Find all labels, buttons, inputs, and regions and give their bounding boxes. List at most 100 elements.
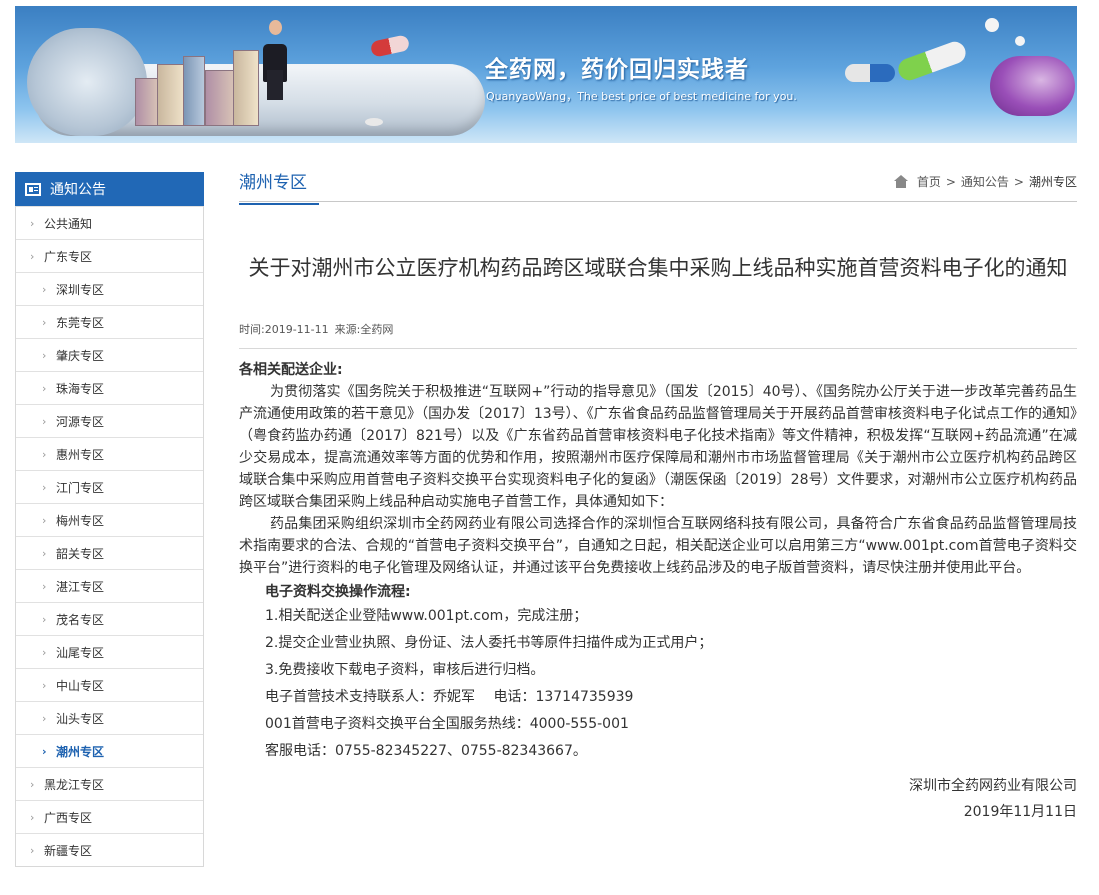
sidebar-item[interactable]: › 珠海专区 [16, 371, 203, 404]
sidebar-item[interactable]: › 黑龙江专区 [16, 767, 203, 800]
home-icon [893, 175, 909, 188]
banner-slogan-en: QuanyaoWang，The best price of best medic… [486, 90, 797, 103]
hotline-line: 001首营电子资料交换平台全国服务热线：4000-555-001 [265, 716, 629, 732]
chevron-right-icon: › [42, 447, 47, 461]
sidebar-item[interactable]: › 梅州专区 [16, 503, 203, 536]
article-body: 各相关配送企业: 为贯彻落实《国务院关于积极推进“互联网+”行动的指导意见》（国… [239, 359, 1077, 825]
sidebar-item-label: 茂名专区 [56, 612, 105, 627]
tablet-graphic [1015, 36, 1025, 46]
step-item: 3.免费接收下载电子资料，审核后进行归档。 [265, 662, 545, 678]
tablet-graphic [365, 118, 383, 126]
sidebar-item[interactable]: › 江门专区 [16, 470, 203, 503]
sidebar-header-label: 通知公告 [50, 182, 106, 198]
sidebar-item-label: 深圳专区 [56, 282, 105, 297]
sidebar-list: › 公共通知 › 广东专区 › 深圳专区 › 东莞专区 › 肇庆专区 › 珠海专区 › 河源专区 › 惠州专区… [15, 206, 204, 867]
sidebar-item-label: 汕尾专区 [56, 645, 105, 660]
sidebar-item-label: 广西专区 [44, 810, 93, 825]
sidebar-item-label: 湛江专区 [56, 579, 105, 594]
chevron-right-icon: › [30, 216, 35, 230]
sidebar-item[interactable]: › 公共通知 [16, 206, 203, 239]
chevron-right-icon: › [42, 480, 47, 494]
sidebar-header: 通知公告 [15, 172, 204, 206]
chevron-right-icon: › [42, 645, 47, 659]
source-label: 来源: [334, 323, 361, 336]
chevron-right-icon: › [42, 744, 47, 758]
sidebar-item-label: 韶关专区 [56, 546, 105, 561]
step-item: 2.提交企业营业执照、身份证、法人委托书等原件扫描件成为正式用户； [265, 635, 713, 651]
sidebar-item-label: 黑龙江专区 [44, 777, 105, 792]
chevron-right-icon: › [42, 678, 47, 692]
sidebar-item[interactable]: › 肇庆专区 [16, 338, 203, 371]
service-phone-line: 客服电话：0755-82345227、0755-82343667。 [265, 743, 587, 759]
paragraph: 为贯彻落实《国务院关于积极推进“互联网+”行动的指导意见》（国发〔2015〕40… [239, 384, 1077, 510]
sidebar: 通知公告 › 公共通知 › 广东专区 › 深圳专区 › 东莞专区 › 肇庆专区 › 珠海专区 › 河源专区… [15, 172, 204, 867]
paragraph: 药品集团采购组织深圳市全药网药业有限公司选择合作的深圳恒合互联网络科技有限公司，… [239, 516, 1077, 576]
breadcrumb: 首页 > 通知公告 > 潮州专区 [893, 173, 1077, 190]
sidebar-item[interactable]: › 广东专区 [16, 239, 203, 272]
sidebar-item[interactable]: › 潮州专区 [16, 734, 203, 767]
notice-icon [25, 182, 41, 196]
chevron-right-icon: > [945, 174, 956, 189]
sidebar-item[interactable]: › 汕尾专区 [16, 635, 203, 668]
source-value: 全药网 [360, 323, 394, 336]
sidebar-item-label: 汕头专区 [56, 711, 105, 726]
chevron-right-icon: › [42, 282, 47, 296]
sidebar-item[interactable]: › 深圳专区 [16, 272, 203, 305]
pill-graphic [845, 64, 895, 82]
sidebar-item[interactable]: › 河源专区 [16, 404, 203, 437]
chevron-right-icon: › [42, 414, 47, 428]
chevron-right-icon: › [30, 777, 35, 791]
breadcrumb-parent[interactable]: 通知公告 [961, 173, 1009, 190]
sidebar-item-label: 梅州专区 [56, 513, 105, 528]
chevron-right-icon: › [42, 612, 47, 626]
breadcrumb-current[interactable]: 潮州专区 [1029, 173, 1077, 190]
sidebar-item-label: 潮州专区 [56, 744, 105, 759]
greeting: 各相关配送企业: [239, 362, 343, 378]
chevron-right-icon: › [42, 381, 47, 395]
chevron-right-icon: › [30, 810, 35, 824]
signature: 深圳市全药网药业有限公司 2019年11月11日 [239, 773, 1077, 825]
header-banner: 全药网，药价回归实践者 QuanyaoWang，The best price o… [15, 6, 1077, 143]
pill-graphic [895, 38, 969, 84]
sidebar-item[interactable]: › 韶关专区 [16, 536, 203, 569]
chevron-right-icon: › [42, 546, 47, 560]
breadcrumb-home[interactable]: 首页 [917, 173, 941, 190]
sidebar-item-label: 新疆专区 [44, 843, 93, 858]
chevron-right-icon: › [42, 579, 47, 593]
sidebar-item[interactable]: › 湛江专区 [16, 569, 203, 602]
sidebar-item-label: 惠州专区 [56, 447, 105, 462]
sidebar-item[interactable]: › 惠州专区 [16, 437, 203, 470]
sidebar-item[interactable]: › 新疆专区 [16, 833, 203, 866]
sidebar-item-label: 中山专区 [56, 678, 105, 693]
contact-line: 电子首营技术支持联系人：乔妮军 电话：13714735939 [265, 689, 634, 705]
article-title: 关于对潮州市公立医疗机构药品跨区域联合集中采购上线品种实施首营资料电子化的通知 [248, 256, 1068, 280]
sidebar-item[interactable]: › 东莞专区 [16, 305, 203, 338]
sidebar-item-label: 河源专区 [56, 414, 105, 429]
step-item: 1.相关配送企业登陆www.001pt.com，完成注册； [265, 608, 588, 624]
chevron-right-icon: › [30, 249, 35, 263]
tablet-graphic [985, 18, 999, 32]
sidebar-item[interactable]: › 广西专区 [16, 800, 203, 833]
section-title: 潮州专区 [239, 168, 319, 205]
time-label: 时间: [239, 323, 265, 336]
sidebar-item-label: 广东专区 [44, 249, 93, 264]
process-title: 电子资料交换操作流程: [265, 584, 411, 600]
main-content: 潮州专区 首页 > 通知公告 > 潮州专区 关于对潮州市公立医疗机构药品跨区域联… [239, 160, 1077, 825]
pill-graphic [369, 34, 411, 58]
sidebar-item[interactable]: › 茂名专区 [16, 602, 203, 635]
chevron-right-icon: › [42, 711, 47, 725]
article-meta: 时间:2019-11-11 来源:全药网 [239, 321, 1077, 349]
businessman-graphic [260, 20, 290, 100]
section-bar: 潮州专区 首页 > 通知公告 > 潮州专区 [239, 160, 1077, 205]
sidebar-item-label: 珠海专区 [56, 381, 105, 396]
chevron-right-icon: › [42, 348, 47, 362]
sidebar-item-label: 肇庆专区 [56, 348, 105, 363]
sidebar-item[interactable]: › 汕头专区 [16, 701, 203, 734]
publish-time: 2019-11-11 [264, 323, 329, 336]
sidebar-item-label: 东莞专区 [56, 315, 105, 330]
sidebar-item[interactable]: › 中山专区 [16, 668, 203, 701]
banner-slogan: 全药网，药价回归实践者 [485, 57, 749, 83]
pill-graphic [990, 56, 1075, 116]
sidebar-item-label: 公共通知 [44, 216, 93, 231]
chevron-right-icon: > [1013, 174, 1024, 189]
